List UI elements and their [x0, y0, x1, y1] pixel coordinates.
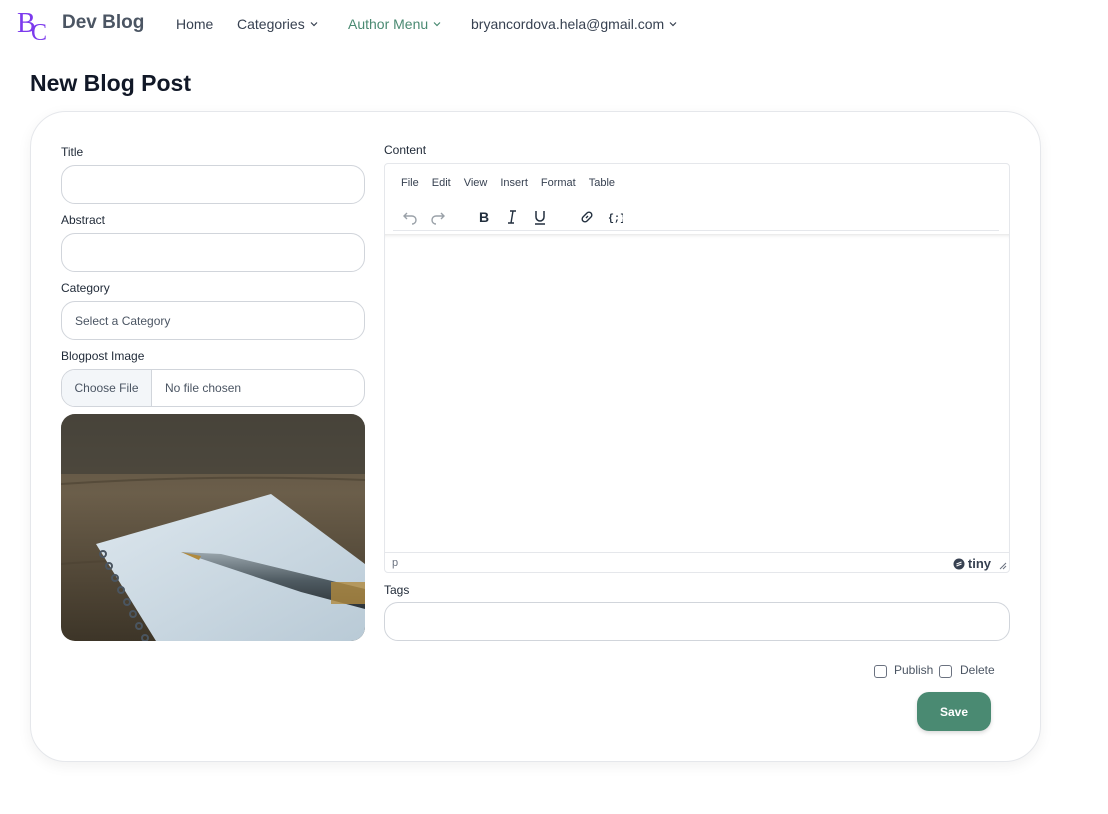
- tiny-brand-label: tiny: [967, 556, 991, 571]
- menu-file[interactable]: File: [401, 177, 419, 189]
- chevron-down-icon: [669, 22, 677, 27]
- nav-author-menu-label: Author Menu: [348, 16, 429, 32]
- chevron-down-icon: [310, 22, 318, 27]
- brand-logo[interactable]: B C: [16, 6, 52, 42]
- title-input[interactable]: [61, 165, 365, 204]
- editor-menubar: File Edit View Insert Format Table: [401, 177, 615, 189]
- bold-icon: B: [479, 209, 489, 225]
- category-label: Category: [61, 281, 110, 295]
- file-status-text: No file chosen: [165, 381, 242, 395]
- nav-user-email: bryancordova.hela@gmail.com: [471, 16, 665, 32]
- rich-text-editor: File Edit View Insert Format Table B {;}: [384, 163, 1010, 573]
- category-select[interactable]: Select a Category: [61, 301, 365, 340]
- underline-icon: [535, 211, 545, 225]
- save-button[interactable]: Save: [917, 692, 991, 731]
- publish-checkbox[interactable]: [874, 665, 887, 678]
- page-title: New Blog Post: [30, 70, 192, 96]
- chevron-down-icon: [433, 22, 441, 27]
- underline-button[interactable]: [529, 206, 551, 228]
- undo-button[interactable]: [399, 206, 421, 228]
- blogpost-image-preview: [61, 414, 365, 641]
- delete-label: Delete: [960, 663, 995, 677]
- menu-table[interactable]: Table: [589, 177, 615, 189]
- content-label: Content: [384, 143, 427, 157]
- svg-text:C: C: [31, 20, 47, 42]
- image-file-input[interactable]: Choose File No file chosen: [61, 369, 365, 407]
- italic-icon: [508, 210, 516, 224]
- menu-insert[interactable]: Insert: [500, 177, 528, 189]
- brand-name[interactable]: Dev Blog: [62, 12, 144, 34]
- menu-format[interactable]: Format: [541, 177, 576, 189]
- nav-home-label: Home: [176, 16, 214, 32]
- tags-label: Tags: [384, 583, 410, 597]
- category-select-placeholder: Select a Category: [75, 314, 171, 328]
- italic-button[interactable]: [501, 206, 523, 228]
- tags-input[interactable]: [384, 602, 1010, 641]
- redo-icon: [431, 212, 445, 225]
- menu-edit[interactable]: Edit: [432, 177, 451, 189]
- abstract-input[interactable]: [61, 233, 365, 272]
- link-button[interactable]: [576, 206, 598, 228]
- abstract-label: Abstract: [61, 213, 106, 227]
- nav-home[interactable]: Home: [176, 16, 213, 32]
- code-sample-button[interactable]: {;}: [604, 206, 626, 228]
- toolbar-divider: [393, 230, 999, 231]
- tiny-logo-icon: [953, 558, 965, 569]
- blogpost-image-label: Blogpost Image: [61, 349, 145, 363]
- svg-text:B: B: [479, 209, 489, 225]
- editor-content-area[interactable]: [385, 234, 1009, 552]
- menu-view[interactable]: View: [464, 177, 488, 189]
- resize-handle-icon[interactable]: [999, 562, 1007, 570]
- editor-statusbar: p tiny: [385, 552, 1009, 572]
- element-path[interactable]: p: [392, 557, 398, 569]
- delete-checkbox[interactable]: [939, 665, 952, 678]
- navbar: B C Dev Blog Home Categories Author Menu…: [0, 0, 1108, 48]
- redo-button[interactable]: [427, 206, 449, 228]
- code-icon: {;}: [608, 213, 623, 225]
- link-icon: [581, 211, 593, 223]
- title-label: Title: [61, 145, 84, 159]
- nav-user-account[interactable]: bryancordova.hela@gmail.com: [471, 16, 678, 32]
- svg-text:{;}: {;}: [608, 213, 623, 225]
- undo-icon: [403, 212, 417, 225]
- publish-label: Publish: [894, 663, 934, 677]
- bold-button[interactable]: B: [473, 206, 495, 228]
- nav-categories-label: Categories: [237, 16, 305, 32]
- editor-toolbar: B {;}: [399, 206, 1001, 232]
- nav-author-menu[interactable]: Author Menu: [348, 16, 442, 32]
- nav-categories[interactable]: Categories: [237, 16, 319, 32]
- tiny-brand[interactable]: tiny: [953, 556, 991, 571]
- choose-file-button[interactable]: Choose File: [62, 370, 152, 406]
